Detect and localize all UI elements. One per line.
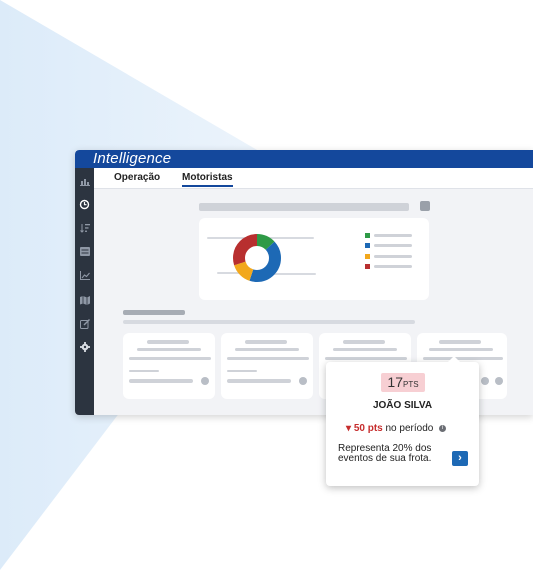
- section-title-placeholder: [123, 310, 185, 315]
- chevron-right-button[interactable]: ›: [452, 451, 468, 466]
- sidebar: [75, 168, 94, 415]
- tab-operacao[interactable]: Operação: [114, 172, 160, 183]
- tab-motoristas[interactable]: Motoristas: [182, 172, 233, 187]
- line-chart-icon[interactable]: [79, 270, 90, 281]
- delta-suffix: no período: [385, 423, 434, 434]
- top-bar: Intelligence: [75, 150, 533, 168]
- fleet-share-description: Representa 20% dos eventos de sua frota.: [338, 443, 432, 464]
- info-icon[interactable]: i: [439, 424, 447, 432]
- title-placeholder: [199, 203, 409, 211]
- score-value: 17: [387, 374, 403, 390]
- score-unit: PTS: [403, 380, 419, 389]
- settings-icon[interactable]: [79, 341, 90, 352]
- legend-swatch: [365, 264, 370, 269]
- score-badge: 17PTS: [381, 373, 425, 392]
- list-icon[interactable]: [79, 246, 90, 257]
- driver-card[interactable]: [221, 333, 313, 399]
- map-icon[interactable]: [79, 294, 90, 305]
- legend-swatch: [365, 233, 370, 238]
- bar-chart-icon[interactable]: [79, 176, 90, 187]
- filter-placeholder[interactable]: [420, 201, 430, 211]
- legend-swatch: [365, 243, 370, 248]
- legend-swatch: [365, 254, 370, 259]
- brand-logo: Intelligence: [93, 150, 172, 167]
- driver-score-popup: 17PTS JOÃO SILVA ▾ 50 pts no período i R…: [326, 356, 479, 486]
- score-delta: ▾ 50 pts no período i: [346, 423, 447, 434]
- driver-name: JOÃO SILVA: [372, 400, 433, 411]
- sort-icon[interactable]: [79, 222, 90, 233]
- edit-icon[interactable]: [79, 318, 90, 329]
- legend-label-placeholder: [374, 234, 412, 237]
- legend-label-placeholder: [374, 244, 412, 247]
- donut-chart: [233, 234, 281, 282]
- legend-label-placeholder: [374, 265, 412, 268]
- delta-value: 50 pts: [353, 423, 383, 434]
- popup-arrow: [448, 356, 460, 362]
- section-divider: [123, 320, 415, 324]
- legend-label-placeholder: [374, 255, 412, 258]
- driver-card[interactable]: [123, 333, 215, 399]
- chevron-right-icon: ›: [458, 452, 462, 464]
- donut-chart-card: [199, 218, 429, 300]
- history-icon[interactable]: [79, 199, 90, 210]
- down-arrow-icon: ▾: [346, 423, 352, 434]
- tab-bar: Operação Motoristas: [94, 168, 533, 189]
